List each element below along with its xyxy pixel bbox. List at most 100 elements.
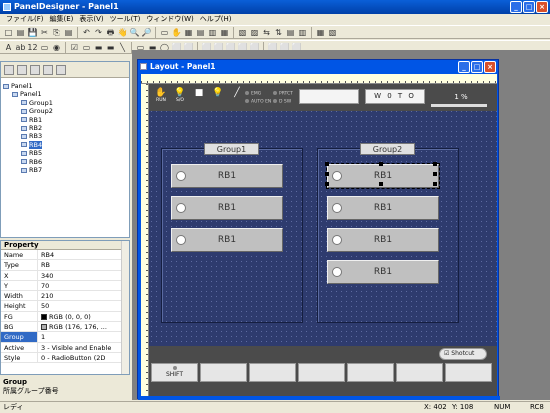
tree-item[interactable]: Panel1 — [3, 90, 127, 98]
property-value[interactable]: RGB (176, 176, ... — [38, 322, 129, 331]
property-scrollbar[interactable] — [121, 241, 129, 374]
property-value[interactable]: 210 — [38, 291, 129, 300]
selection-handle[interactable] — [325, 182, 329, 186]
toolbar-button-icon[interactable]: ⎘ — [51, 27, 62, 38]
tree-tab-icon[interactable] — [4, 64, 14, 75]
maximize-button[interactable]: □ — [523, 1, 535, 13]
radio-button[interactable]: RB1 — [171, 228, 283, 252]
move-down-icon[interactable] — [56, 64, 66, 75]
property-row[interactable]: X 340 — [1, 270, 129, 281]
property-value[interactable]: RB — [38, 260, 129, 269]
header-icon[interactable]: 💡 S/O — [172, 88, 188, 103]
radio-button[interactable]: RB1 — [326, 163, 440, 189]
header-icon[interactable]: ✋ RUN — [153, 88, 169, 103]
property-row[interactable]: BG RGB (176, 176, ... — [1, 322, 129, 333]
function-key-button[interactable] — [347, 363, 394, 382]
design-canvas[interactable]: ✋ RUN 💡 S/O ■ 💡 ╱ EMG PRTCT AUTO EN D SW W 0 T… — [149, 84, 497, 396]
toolbar-button-icon[interactable]: ▤ — [195, 27, 206, 38]
function-key-button[interactable] — [445, 363, 492, 382]
move-up-icon[interactable] — [43, 64, 53, 75]
tree-item[interactable]: RB2 — [3, 124, 127, 132]
toolbar-button-icon[interactable]: ▨ — [249, 27, 260, 38]
tree-item[interactable]: RB5 — [3, 149, 127, 157]
property-row[interactable]: Group 1 — [1, 332, 129, 343]
function-key-button[interactable] — [396, 363, 443, 382]
toolbar-button-icon[interactable]: ▦ — [183, 27, 194, 38]
toolbar-button-icon[interactable]: ╲ — [117, 42, 128, 53]
selection-handle[interactable] — [379, 182, 383, 186]
property-row[interactable]: Width 210 — [1, 291, 129, 302]
toolbar-button-icon[interactable]: ▤ — [63, 27, 74, 38]
shotcut-checkbox[interactable]: ☑ Shotcut — [439, 348, 487, 360]
radio-button[interactable]: RB1 — [327, 228, 439, 252]
tree-item[interactable]: Group1 — [3, 99, 127, 107]
tree-item[interactable]: RB4 — [3, 140, 127, 149]
header-icon[interactable]: ╱ — [229, 88, 245, 98]
layout-close-button[interactable]: × — [484, 61, 496, 73]
selection-handle[interactable] — [433, 182, 437, 186]
function-key-button[interactable] — [200, 363, 247, 382]
tree-item[interactable]: Panel1 — [3, 82, 127, 90]
toolbar-button-icon[interactable]: 👋 — [117, 27, 128, 38]
toolbar-button-icon[interactable]: ▧ — [327, 27, 338, 38]
tree-item[interactable]: RB6 — [3, 158, 127, 166]
tree-item[interactable]: RB7 — [3, 166, 127, 174]
property-row[interactable]: FG RGB (0, 0, 0) — [1, 311, 129, 323]
toolbar-button-icon[interactable]: 💾 — [27, 27, 38, 38]
layout-minimize-button[interactable]: _ — [458, 61, 470, 73]
menu-item[interactable]: ウィンドウ(W) — [143, 14, 196, 25]
menu-item[interactable]: ファイル(F) — [3, 14, 47, 25]
close-button[interactable]: × — [536, 1, 548, 13]
minimize-button[interactable]: _ — [510, 1, 522, 13]
property-row[interactable]: Height 50 — [1, 301, 129, 312]
tree-item[interactable]: RB1 — [3, 116, 127, 124]
toolbar-button-icon[interactable]: 12 — [27, 42, 38, 53]
selection-handle[interactable] — [379, 162, 383, 166]
property-row[interactable]: Style 0 - RadioButton (2D — [1, 352, 129, 364]
property-row[interactable]: Type RB — [1, 260, 129, 271]
toolbar-button-icon[interactable]: ◉ — [51, 42, 62, 53]
toolbar-button-icon[interactable]: ↷ — [93, 27, 104, 38]
header-icon[interactable]: ■ — [191, 88, 207, 98]
toolbar-button-icon[interactable]: ⇅ — [273, 27, 284, 38]
selection-handle[interactable] — [325, 162, 329, 166]
toolbar-button-icon[interactable]: ▬ — [105, 42, 116, 53]
function-key-button[interactable] — [249, 363, 296, 382]
layout-maximize-button[interactable]: □ — [471, 61, 483, 73]
property-value[interactable]: 0 - RadioButton (2D — [38, 353, 129, 362]
property-value[interactable]: 3 - Visible and Enable — [38, 343, 129, 352]
tree-item[interactable]: Group2 — [3, 107, 127, 115]
list-tab-icon[interactable] — [17, 64, 27, 75]
menu-item[interactable]: 表示(V) — [76, 14, 106, 25]
property-row[interactable]: Active 3 - Visible and Enable — [1, 342, 129, 353]
toolbar-button-icon[interactable]: ▦ — [219, 27, 230, 38]
menu-item[interactable]: ヘルプ(H) — [197, 14, 235, 25]
toolbar-button-icon[interactable]: ⇆ — [261, 27, 272, 38]
toolbar-button-icon[interactable]: ☑ — [69, 42, 80, 53]
toolbar-button-icon[interactable]: ▭ — [81, 42, 92, 53]
toolbar-button-icon[interactable]: ▭ — [159, 27, 170, 38]
toolbar-button-icon[interactable]: ✂ — [39, 27, 50, 38]
toolbar-button-icon[interactable]: ▤ — [285, 27, 296, 38]
radio-button[interactable]: RB1 — [171, 164, 283, 188]
selection-handle[interactable] — [325, 172, 329, 176]
header-blank-box[interactable] — [299, 89, 359, 104]
selection-handle[interactable] — [433, 172, 437, 176]
delete-icon[interactable] — [30, 64, 40, 75]
selection-handle[interactable] — [433, 162, 437, 166]
property-value[interactable]: 340 — [38, 271, 129, 280]
toolbar-button-icon[interactable]: ↶ — [81, 27, 92, 38]
toolbar-button-icon[interactable]: 🖶 — [105, 27, 116, 38]
radio-button[interactable]: RB1 — [327, 260, 439, 284]
header-icon[interactable]: 💡 — [210, 88, 226, 98]
property-value[interactable]: 50 — [38, 301, 129, 310]
property-value[interactable]: 1 — [38, 332, 129, 341]
property-value[interactable]: RGB (0, 0, 0) — [38, 312, 129, 321]
radio-button[interactable]: RB1 — [171, 196, 283, 220]
toolbar-button-icon[interactable]: ab — [15, 42, 26, 53]
toolbar-button-icon[interactable]: A — [3, 42, 14, 53]
property-value[interactable]: 70 — [38, 281, 129, 290]
function-key-button[interactable] — [298, 363, 345, 382]
function-key-button[interactable]: SHIFT — [151, 363, 198, 382]
tree-item[interactable]: RB3 — [3, 132, 127, 140]
